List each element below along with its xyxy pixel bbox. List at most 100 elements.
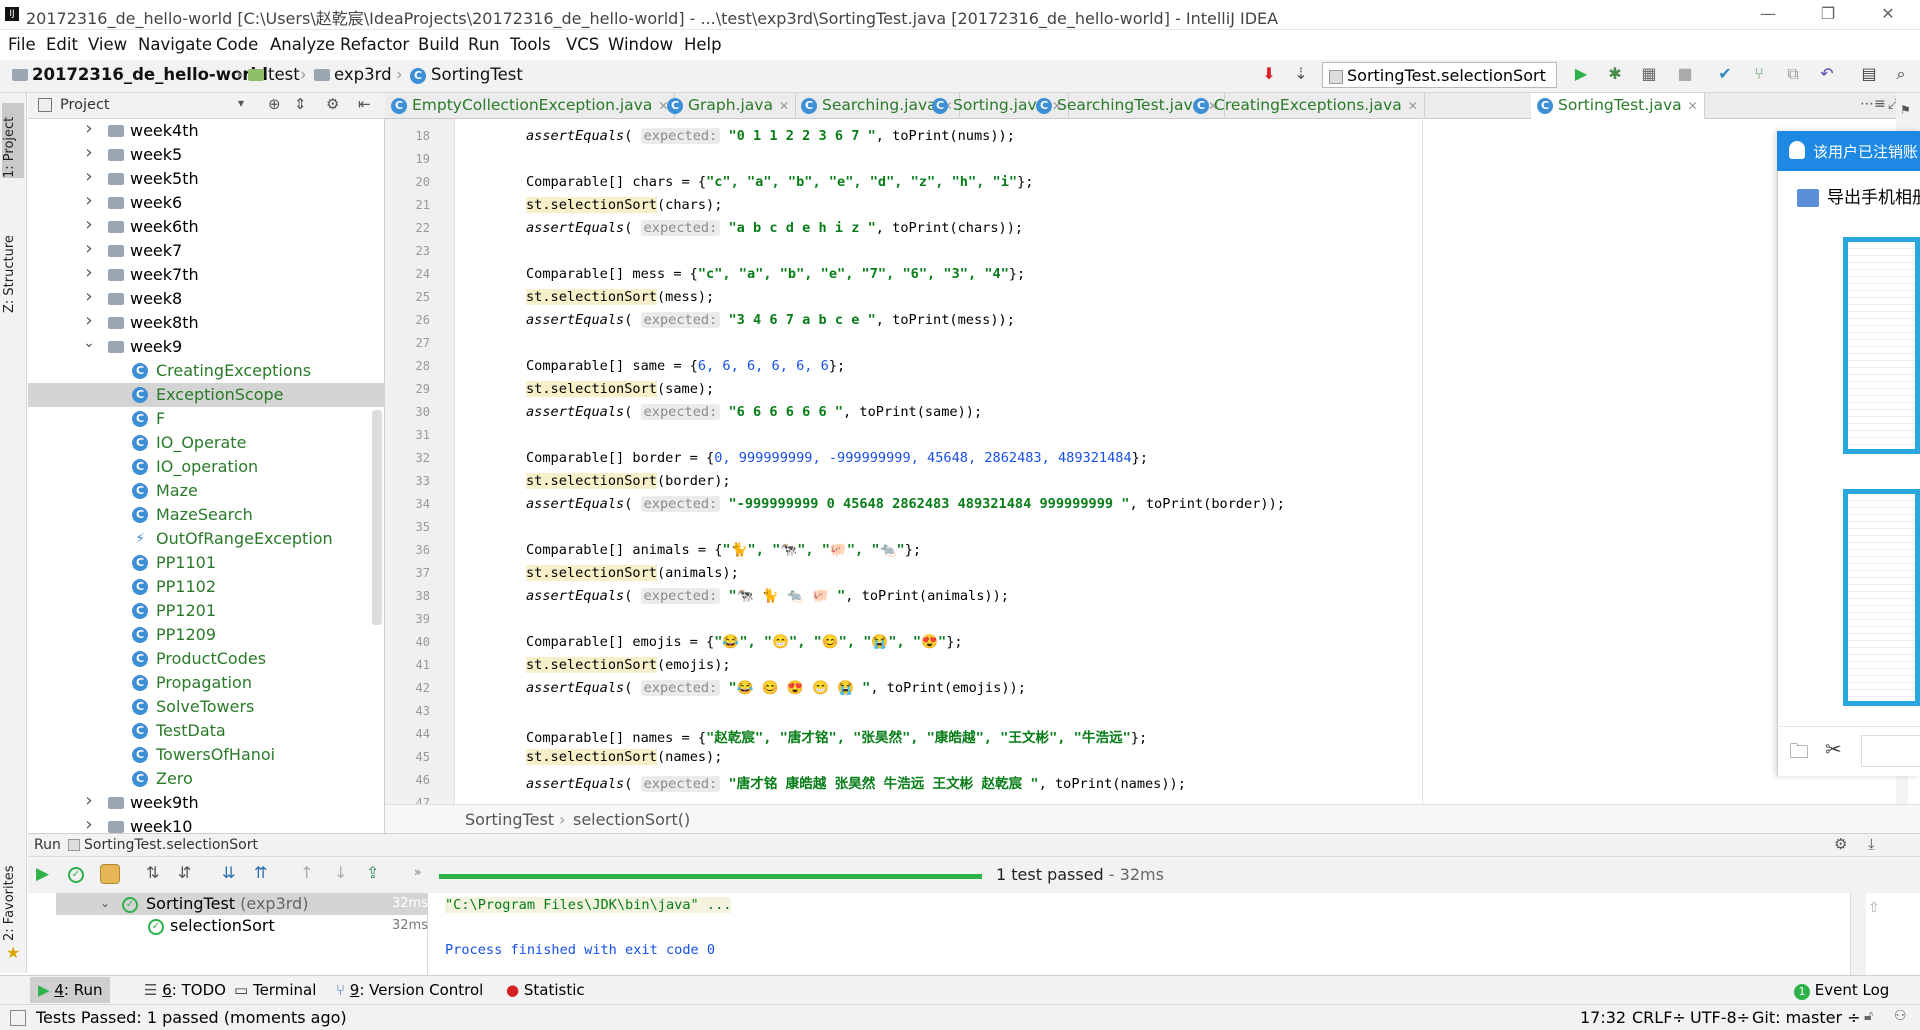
tree-class[interactable]: C TestData xyxy=(28,719,385,743)
minimize-button[interactable]: — xyxy=(1748,4,1788,26)
coverage-icon[interactable]: ▦ xyxy=(1638,63,1660,85)
hide-panel-icon[interactable]: ⤓ xyxy=(1868,835,1875,853)
chevron-right-icon[interactable]: › xyxy=(82,814,96,835)
tool-tab-run[interactable]: ▶ 4: Run xyxy=(30,977,111,1003)
event-log-button[interactable]: 1 Event Log xyxy=(1786,977,1897,1003)
tree-class[interactable]: C PP1101 xyxy=(28,551,385,575)
tree-class[interactable]: C ProductCodes xyxy=(28,647,385,671)
vcs-commit-icon[interactable]: ✔ xyxy=(1714,63,1736,85)
close-tab-icon[interactable]: ✕ xyxy=(779,99,789,113)
rerun-icon[interactable]: ▶ xyxy=(36,864,49,884)
run-configuration-select[interactable]: SortingTest.selectionSort ⌄ xyxy=(1322,62,1557,99)
show-ignored-icon[interactable] xyxy=(100,864,120,884)
project-view-select[interactable]: Project xyxy=(60,97,110,113)
vcs-history-icon[interactable]: ⧉ xyxy=(1782,63,1804,85)
tree-folder[interactable]: › week7 xyxy=(28,238,385,263)
tree-class[interactable]: C TowersOfHanoi xyxy=(28,743,385,767)
locate-icon[interactable]: ⊕ xyxy=(268,95,281,113)
file-encoding[interactable]: UTF-8÷ xyxy=(1690,1008,1750,1027)
run-panel-config[interactable]: SortingTest.selectionSort xyxy=(84,837,258,853)
menu-run[interactable]: Run xyxy=(468,35,500,54)
gear-icon[interactable]: ⚙ xyxy=(1834,835,1847,853)
inspector-icon[interactable]: ⚇ xyxy=(1894,1008,1907,1024)
menu-edit[interactable]: Edit xyxy=(46,35,78,54)
menu-build[interactable]: Build xyxy=(418,35,459,54)
status-message[interactable]: Tests Passed: 1 passed (moments ago) xyxy=(36,1008,347,1027)
chevron-right-icon[interactable]: › xyxy=(82,286,96,307)
sort-alpha-icon[interactable]: ⇅ xyxy=(146,863,159,882)
debug-icon[interactable]: ✱ xyxy=(1604,63,1626,85)
tree-folder[interactable]: › week8 xyxy=(28,286,385,311)
chevron-right-icon[interactable]: › xyxy=(82,190,96,211)
tree-class[interactable]: C IO_Operate xyxy=(28,431,385,455)
tab-list-icon[interactable]: ⋯≡ xyxy=(1860,96,1886,112)
ant-icon[interactable]: ⚑ xyxy=(1900,103,1911,117)
next-test-icon[interactable]: ↓ xyxy=(334,863,347,882)
tree-class[interactable]: C IO_operation xyxy=(28,455,385,479)
maximize-button[interactable]: ❐ xyxy=(1808,4,1848,26)
vcs-update-icon[interactable]: ⬇ xyxy=(1258,63,1280,85)
stop-icon[interactable]: ■ xyxy=(1674,63,1696,85)
tree-folder[interactable]: › week5 xyxy=(28,142,385,167)
collapse-all-icon[interactable]: ⇈ xyxy=(254,863,267,882)
git-branch[interactable]: Git: master ÷ xyxy=(1752,1008,1861,1027)
tree-folder[interactable]: › week6th xyxy=(28,214,385,239)
hide-panel-icon[interactable]: ⇤ xyxy=(358,95,371,113)
tree-folder[interactable]: › week9th xyxy=(28,790,385,815)
tree-class[interactable]: C CreatingExceptions xyxy=(28,359,385,383)
tree-class[interactable]: C SolveTowers xyxy=(28,695,385,719)
menu-help[interactable]: Help xyxy=(684,35,722,54)
popup-export-item[interactable]: 导出手机相册 xyxy=(1797,183,1920,208)
editor-tab[interactable]: C Graph.java ✕ xyxy=(661,93,797,119)
test-tree-item[interactable]: ✓ selectionSort 32ms xyxy=(56,915,428,937)
tree-folder[interactable]: › week8th xyxy=(28,310,385,335)
gear-icon[interactable]: ⚙ xyxy=(326,95,339,113)
export-icon[interactable]: ⇪ xyxy=(366,863,379,882)
chevron-down-icon[interactable]: ⌄ xyxy=(82,335,96,351)
editor-tab[interactable]: C CreatingExceptions.java ✕ xyxy=(1187,93,1425,119)
tree-class[interactable]: C PP1201 xyxy=(28,599,385,623)
show-passed-icon[interactable]: ✓ xyxy=(68,865,84,883)
tree-class[interactable]: C PP1102 xyxy=(28,575,385,599)
tool-tab-structure[interactable]: Z: Structure xyxy=(2,213,24,313)
menu-file[interactable]: File xyxy=(8,35,36,54)
tree-class[interactable]: C MazeSearch xyxy=(28,503,385,527)
tree-class[interactable]: C Propagation xyxy=(28,671,385,695)
close-button[interactable]: ✕ xyxy=(1868,4,1908,26)
chevron-down-icon[interactable]: ▾ xyxy=(238,96,244,110)
console-output[interactable]: "C:\Program Files\JDK\bin\java" ... Proc… xyxy=(429,893,1849,975)
tree-class[interactable]: C PP1209 xyxy=(28,623,385,647)
tool-tab-version-control[interactable]: ⑂ 9: Version Control xyxy=(328,977,491,1003)
console-scrollbar[interactable] xyxy=(1850,893,1866,975)
tree-folder[interactable]: ⌄ week9 xyxy=(28,335,385,359)
tree-scrollbar[interactable] xyxy=(372,410,382,625)
breadcrumb-file[interactable]: C SortingTest xyxy=(410,65,523,84)
lock-icon[interactable]: 🔓︎ xyxy=(1864,1008,1873,1024)
tree-folder[interactable]: › week5th xyxy=(28,166,385,191)
tree-class[interactable]: CF xyxy=(28,407,385,431)
editor-breadcrumb-method[interactable]: selectionSort() xyxy=(573,810,690,829)
breadcrumb-test[interactable]: test xyxy=(248,65,300,84)
test-tree-root[interactable]: ⌄ ✓ SortingTest (exp3rd) 32ms xyxy=(56,893,428,915)
close-tab-icon[interactable]: ✕ xyxy=(1688,99,1698,113)
tree-class[interactable]: C Zero xyxy=(28,767,385,791)
close-tab-icon[interactable]: ✕ xyxy=(1408,99,1418,113)
tree-folder[interactable]: › week7th xyxy=(28,262,385,287)
menu-tools[interactable]: Tools xyxy=(510,35,551,54)
tree-class[interactable]: C ExceptionScope xyxy=(28,383,385,407)
editor-tab[interactable]: C EmptyCollectionException.java ✕ xyxy=(385,93,676,119)
tool-tab-favorites[interactable]: 2: Favorites xyxy=(2,861,24,941)
more-icon[interactable]: » xyxy=(414,865,421,879)
folder-icon[interactable]: 🗀 xyxy=(1789,737,1809,771)
scissors-icon[interactable]: ✂ xyxy=(1825,737,1842,761)
chevron-right-icon[interactable]: › xyxy=(82,790,96,811)
menu-navigate[interactable]: Navigate xyxy=(138,35,212,54)
menu-refactor[interactable]: Refactor xyxy=(340,35,409,54)
screenshot-thumbnail[interactable] xyxy=(1843,489,1920,706)
line-separator[interactable]: CRLF÷ xyxy=(1632,1008,1686,1027)
tool-tab-terminal[interactable]: ▭ Terminal xyxy=(226,977,324,1003)
scroll-up-icon[interactable]: ⇧ xyxy=(1868,900,1880,916)
chevron-right-icon[interactable]: › xyxy=(82,262,96,283)
chevron-right-icon[interactable]: › xyxy=(82,214,96,235)
menu-code[interactable]: Code xyxy=(216,35,258,54)
